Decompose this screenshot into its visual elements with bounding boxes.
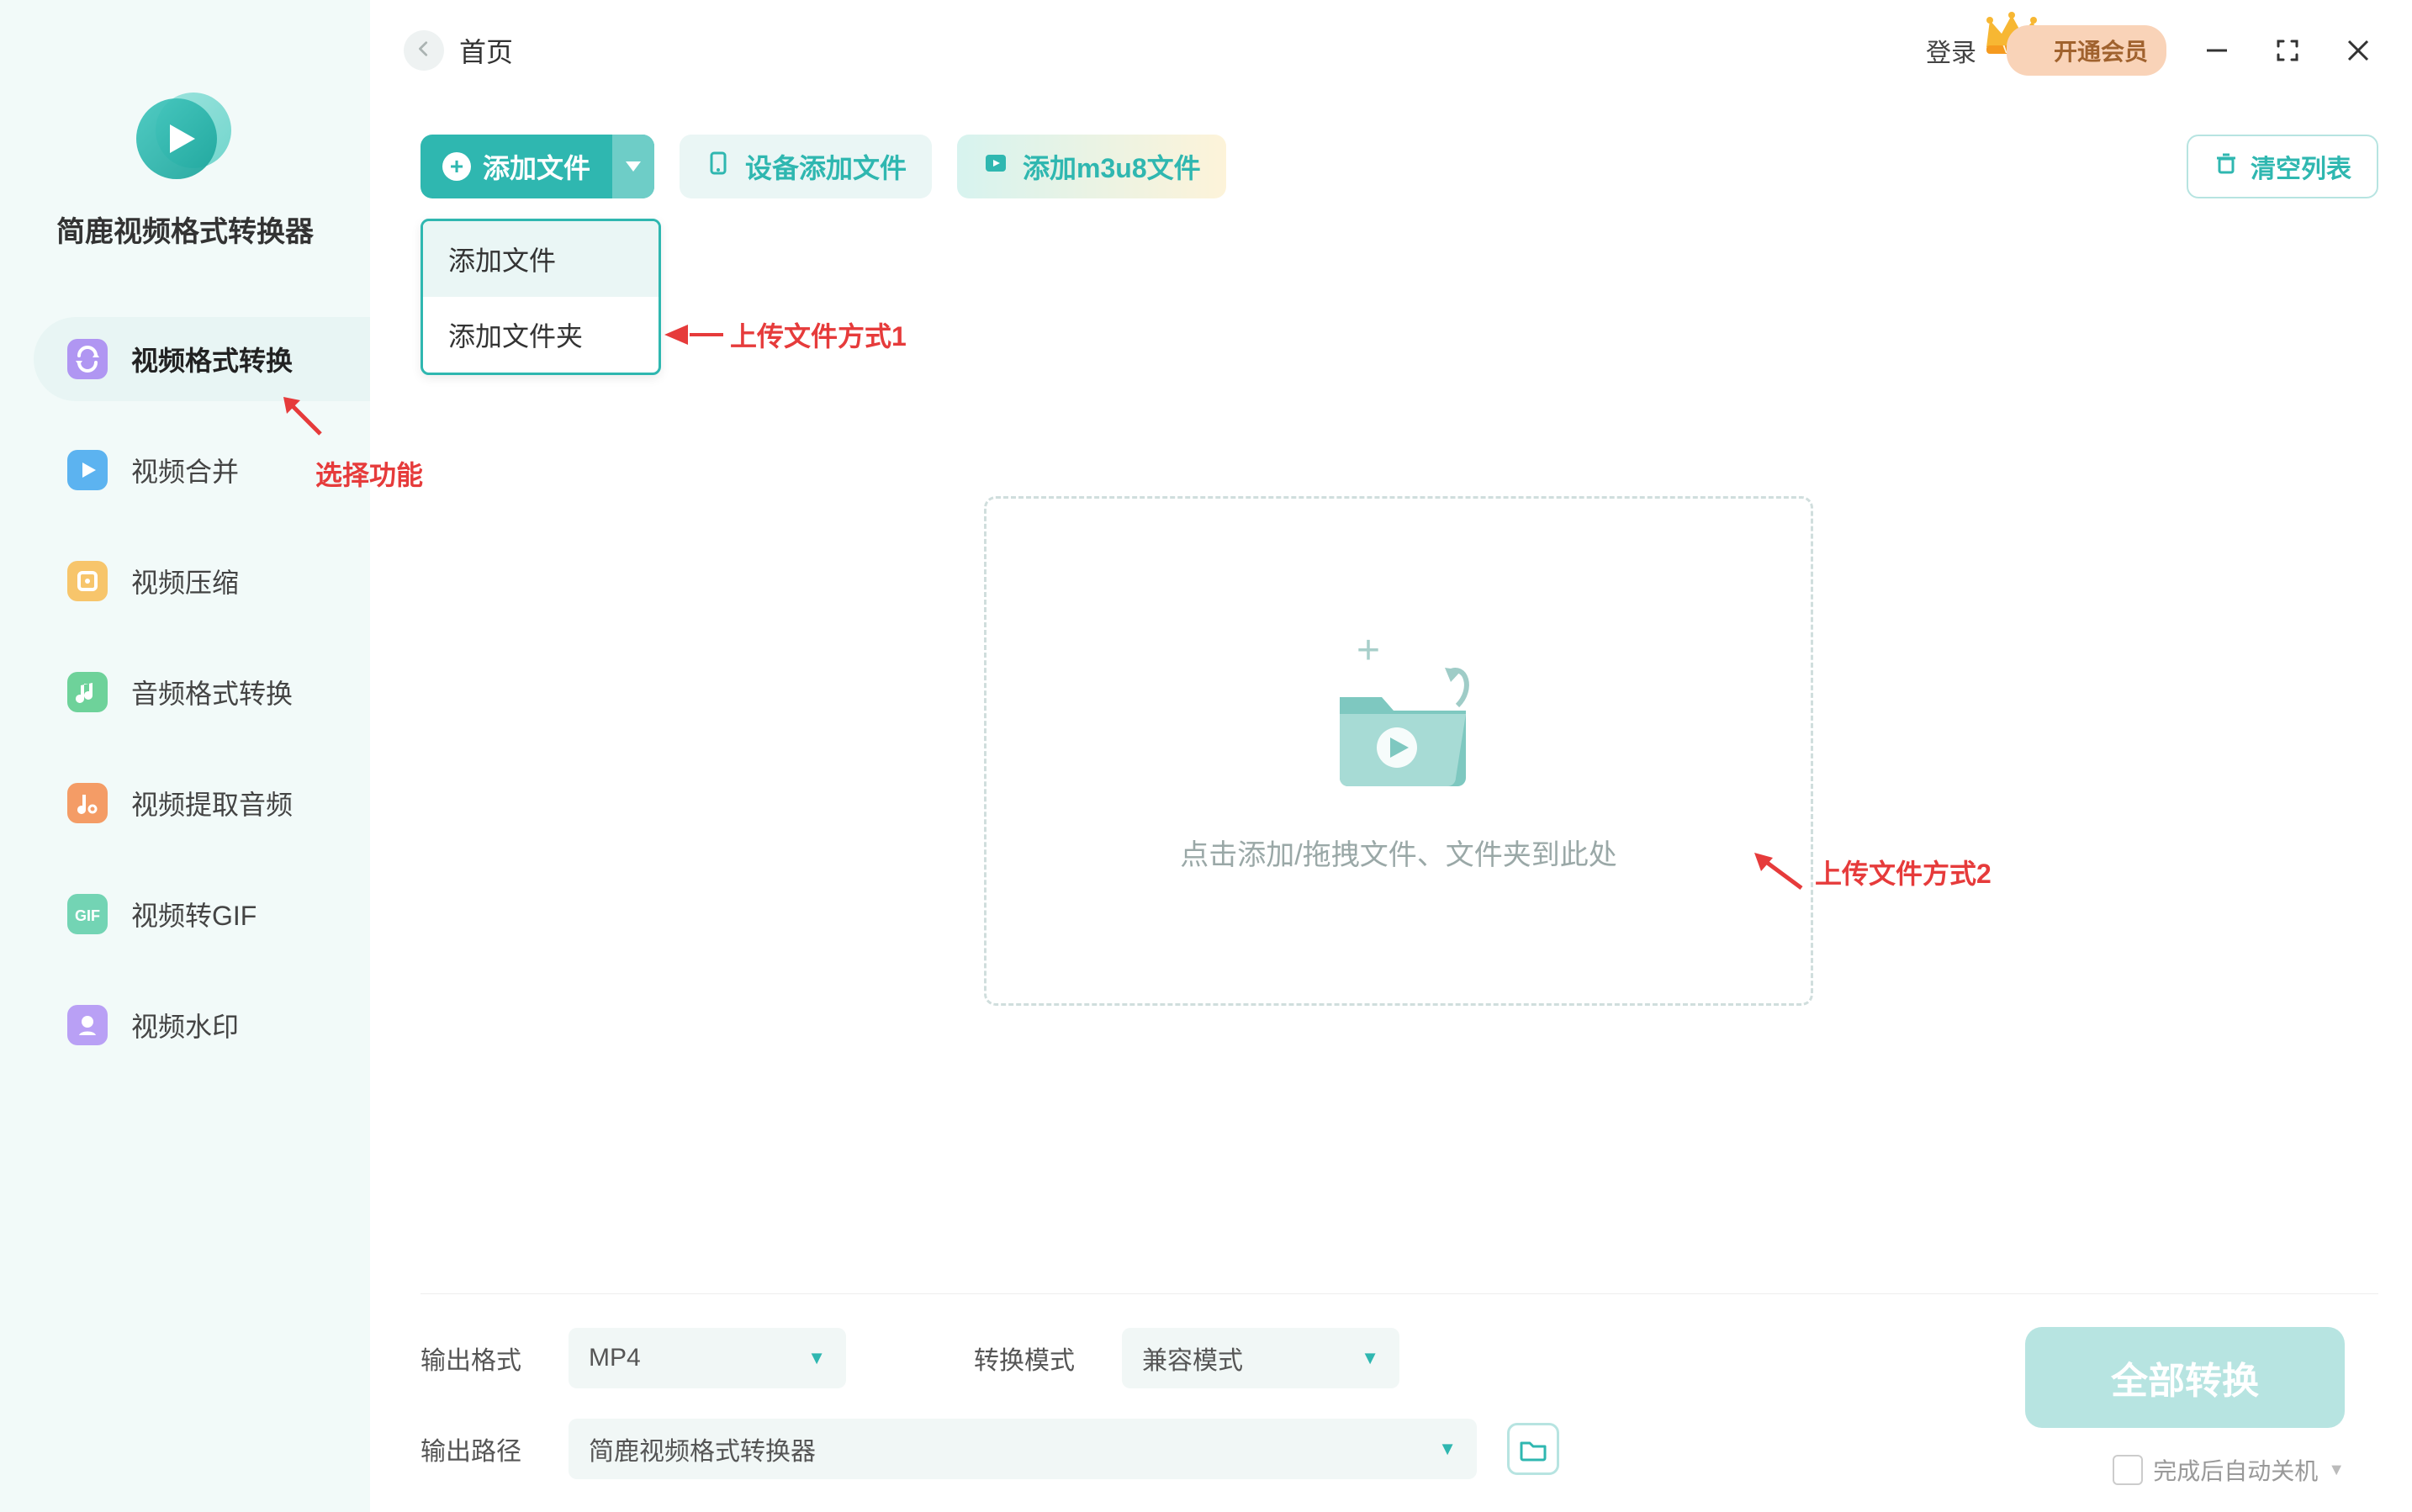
shutdown-label: 完成后自动关机: [2153, 1453, 2318, 1487]
nav-label: 视频格式转换: [131, 340, 293, 378]
extract-icon: [67, 783, 108, 823]
vip-badge: 开通会员: [2007, 25, 2166, 76]
arrow-left-icon: [415, 37, 433, 64]
shutdown-option[interactable]: 完成后自动关机 ▼: [2113, 1453, 2345, 1487]
arrow-left-icon: [664, 325, 688, 345]
minimize-button[interactable]: [2197, 30, 2237, 71]
nav-item-watermark[interactable]: 视频水印: [34, 983, 370, 1067]
app-logo-icon: [135, 84, 235, 185]
breadcrumb-home[interactable]: 首页: [459, 31, 513, 70]
format-label: 输出格式: [421, 1340, 538, 1377]
compress-icon: [67, 561, 108, 601]
close-button[interactable]: [2338, 30, 2378, 71]
dropdown-add-folder[interactable]: 添加文件夹: [423, 297, 659, 373]
nav-label: 视频水印: [131, 1006, 239, 1044]
mode-select[interactable]: 兼容模式 ▼: [1122, 1328, 1399, 1388]
path-label: 输出路径: [421, 1430, 538, 1467]
annotation-upload1: 上传文件方式1: [664, 315, 907, 354]
folder-icon: +: [1298, 630, 1500, 798]
add-file-dropdown: 添加文件 添加文件夹: [421, 219, 661, 375]
annotation-upload2: 上传文件方式2: [1749, 849, 1991, 895]
chevron-down-icon: ▼: [1361, 1347, 1379, 1369]
add-file-label: 添加文件: [483, 147, 590, 186]
dropdown-add-file[interactable]: 添加文件: [423, 221, 659, 297]
app-title: 简鹿视频格式转换器: [56, 209, 314, 250]
nav-item-audio[interactable]: 音频格式转换: [34, 650, 370, 734]
sidebar: 简鹿视频格式转换器 视频格式转换 视频合并 视频压缩 音频格式转换: [0, 0, 370, 1512]
nav-label: 视频压缩: [131, 562, 239, 600]
bottom-bar: 输出格式 MP4 ▼ 转换模式 兼容模式 ▼ 输出路径 简鹿视频格式转换器 ▼ …: [421, 1293, 2378, 1512]
watermark-icon: [67, 1005, 108, 1045]
add-file-main[interactable]: + 添加文件: [421, 135, 612, 198]
back-button[interactable]: [404, 30, 444, 71]
chevron-down-icon: ▼: [2328, 1461, 2345, 1480]
browse-folder-button[interactable]: [1507, 1423, 1559, 1475]
header-right: 登录 VIP 开通会员: [1926, 25, 2378, 76]
nav-item-convert[interactable]: 视频格式转换: [34, 317, 370, 401]
mode-value: 兼容模式: [1142, 1340, 1243, 1377]
header: 首页 登录 VIP 开通会员: [370, 0, 2412, 101]
nav-label: 音频格式转换: [131, 673, 293, 711]
dropdown-label: 添加文件: [448, 240, 556, 278]
annotation-select-feature-text: 选择功能: [315, 454, 423, 493]
convert-icon: [67, 339, 108, 379]
logo-wrap: 简鹿视频格式转换器: [0, 84, 370, 250]
add-device-button[interactable]: 设备添加文件: [680, 135, 932, 198]
svg-text:GIF: GIF: [75, 907, 100, 924]
nav-label: 视频合并: [131, 451, 239, 489]
convert-all-button[interactable]: 全部转换: [2025, 1327, 2345, 1428]
trash-icon: [2214, 151, 2239, 182]
path-select[interactable]: 简鹿视频格式转换器 ▼: [569, 1419, 1477, 1479]
plus-icon: +: [442, 152, 471, 181]
nav-label: 视频转GIF: [131, 895, 257, 933]
toolbar: + 添加文件 设备添加文件 添加m3u8文件 清空列表: [421, 135, 2378, 198]
path-value: 简鹿视频格式转换器: [589, 1430, 816, 1467]
chevron-down-icon: ▼: [807, 1347, 826, 1369]
dropzone-text: 点击添加/拖拽文件、文件夹到此处: [1180, 832, 1616, 873]
nav-label: 视频提取音频: [131, 784, 293, 822]
add-m3u8-label: 添加m3u8文件: [1023, 147, 1201, 186]
nav-item-compress[interactable]: 视频压缩: [34, 539, 370, 623]
add-file-button[interactable]: + 添加文件: [421, 135, 654, 198]
mode-label: 转换模式: [974, 1340, 1092, 1377]
format-select[interactable]: MP4 ▼: [569, 1328, 846, 1388]
chevron-down-icon: ▼: [1438, 1438, 1457, 1460]
m3u8-icon: [982, 150, 1009, 183]
nav-item-gif[interactable]: GIF 视频转GIF: [34, 872, 370, 956]
clear-label: 清空列表: [2251, 148, 2351, 185]
convert-label: 全部转换: [2111, 1351, 2259, 1404]
add-file-dropdown-caret[interactable]: [612, 135, 654, 198]
format-value: MP4: [589, 1344, 641, 1372]
device-icon: [705, 150, 732, 183]
svg-text:+: +: [1357, 630, 1380, 673]
add-m3u8-button[interactable]: 添加m3u8文件: [957, 135, 1226, 198]
login-button[interactable]: 登录: [1926, 32, 1976, 69]
vip-wrap[interactable]: VIP 开通会员: [2007, 25, 2166, 76]
audio-icon: [67, 672, 108, 712]
shutdown-checkbox[interactable]: [2113, 1455, 2143, 1485]
clear-list-button[interactable]: 清空列表: [2187, 135, 2378, 198]
nav-item-extract[interactable]: 视频提取音频: [34, 761, 370, 845]
drop-zone[interactable]: + 点击添加/拖拽文件、文件夹到此处: [984, 496, 1813, 1006]
gif-icon: GIF: [67, 894, 108, 934]
dropdown-label: 添加文件夹: [448, 315, 583, 354]
merge-icon: [67, 450, 108, 490]
add-device-label: 设备添加文件: [745, 147, 907, 186]
maximize-button[interactable]: [2267, 30, 2308, 71]
